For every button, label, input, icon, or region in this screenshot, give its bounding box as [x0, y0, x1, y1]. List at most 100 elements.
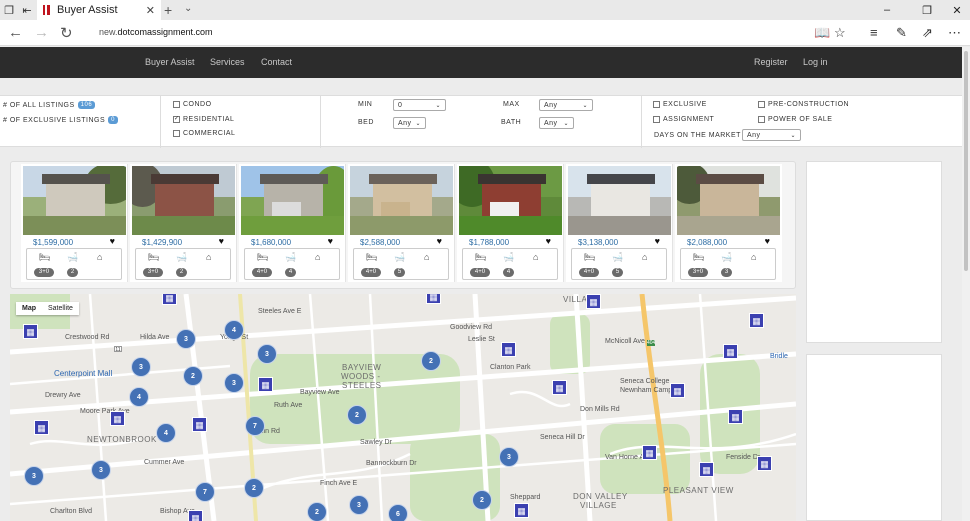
- map-type-satellite-button[interactable]: Satellite: [42, 302, 79, 315]
- map-cluster-marker[interactable]: 2: [347, 405, 367, 425]
- share-icon[interactable]: ⇗: [922, 25, 933, 41]
- restore-icon[interactable]: ❐: [912, 0, 942, 20]
- listing-photo[interactable]: [677, 166, 780, 235]
- building-marker-icon[interactable]: ▦: [514, 503, 529, 518]
- power-of-sale-checkbox[interactable]: POWER OF SALE: [758, 116, 832, 123]
- favorite-heart-icon[interactable]: ♥: [655, 236, 660, 246]
- building-marker-icon[interactable]: ▦: [749, 313, 764, 328]
- map-cluster-marker[interactable]: 2: [307, 502, 327, 521]
- favorite-heart-icon[interactable]: ♥: [765, 236, 770, 246]
- building-marker-icon[interactable]: ▦: [757, 456, 772, 471]
- map-cluster-marker[interactable]: 2: [183, 366, 203, 386]
- listing-card[interactable]: $1,788,000 ♥ 🛏 🛁 ⌂ 4+0 4: [457, 164, 564, 282]
- new-tab-icon[interactable]: +: [164, 2, 172, 18]
- favorite-heart-icon[interactable]: ♥: [219, 236, 224, 246]
- nav-register[interactable]: Register: [754, 57, 788, 67]
- map-cluster-marker[interactable]: 2: [244, 478, 264, 498]
- listing-card[interactable]: $1,599,000 ♥ 🛏 🛁 ⌂ 3+0 2: [21, 164, 128, 282]
- listings-map[interactable]: Map Satellite Centerpoint Mall NEWTONBRO…: [10, 294, 796, 521]
- minimize-icon[interactable]: –: [872, 0, 902, 20]
- map-cluster-marker[interactable]: 3: [24, 466, 44, 486]
- building-marker-icon[interactable]: ▦: [34, 420, 49, 435]
- map-cluster-marker[interactable]: 7: [245, 416, 265, 436]
- favorite-heart-icon[interactable]: ♥: [328, 236, 333, 246]
- listing-card[interactable]: $1,429,900 ♥ 🛏 🛁 ⌂ 3+0 2: [130, 164, 237, 282]
- favorite-heart-icon[interactable]: ♥: [437, 236, 442, 246]
- building-marker-icon[interactable]: ▦: [501, 342, 516, 357]
- pre-construction-checkbox[interactable]: PRE-CONSTRUCTION: [758, 101, 849, 108]
- building-marker-icon[interactable]: ▦: [188, 510, 203, 521]
- checkbox-icon[interactable]: [653, 116, 660, 123]
- building-marker-icon[interactable]: ▦: [162, 294, 177, 305]
- nav-login[interactable]: Log in: [803, 57, 828, 67]
- map-cluster-marker[interactable]: 6: [388, 504, 408, 521]
- map-cluster-marker[interactable]: 3: [499, 447, 519, 467]
- map-cluster-marker[interactable]: 2: [472, 490, 492, 510]
- checkbox-icon[interactable]: [758, 116, 765, 123]
- web-note-icon[interactable]: ✎: [896, 25, 907, 41]
- map-cluster-marker[interactable]: 4: [156, 423, 176, 443]
- building-marker-icon[interactable]: ▦: [670, 383, 685, 398]
- listing-photo[interactable]: [459, 166, 562, 235]
- more-icon[interactable]: ⋯: [948, 25, 961, 41]
- reading-view-icon[interactable]: 📖: [814, 25, 830, 41]
- bed-select[interactable]: Any ⌄: [393, 117, 426, 129]
- listing-photo[interactable]: [568, 166, 671, 235]
- checkbox-checked-icon[interactable]: ✓: [173, 116, 180, 123]
- close-tab-icon[interactable]: ✕: [146, 4, 155, 17]
- building-marker-icon[interactable]: ▦: [699, 462, 714, 477]
- tab-manager-icon[interactable]: ❐: [0, 0, 18, 20]
- tab-list-chevron-icon[interactable]: ⌄: [184, 3, 192, 14]
- map-type-map-button[interactable]: Map: [16, 302, 42, 315]
- building-marker-icon[interactable]: ▦: [723, 344, 738, 359]
- nav-contact[interactable]: Contact: [261, 57, 292, 67]
- refresh-icon[interactable]: ↻: [60, 24, 73, 42]
- map-cluster-marker[interactable]: 3: [257, 344, 277, 364]
- page-scrollbar[interactable]: [962, 47, 970, 521]
- nav-buyer-assist[interactable]: Buyer Assist: [145, 57, 195, 67]
- back-arrow-icon[interactable]: ←: [8, 24, 23, 41]
- checkbox-icon[interactable]: [758, 101, 765, 108]
- hub-icon[interactable]: ≡: [870, 25, 878, 40]
- days-on-market-select[interactable]: Any ⌄: [742, 129, 801, 141]
- bath-select[interactable]: Any ⌄: [539, 117, 574, 129]
- url-field[interactable]: new.dotcomassignment.com: [99, 27, 213, 37]
- map-cluster-marker[interactable]: 3: [349, 495, 369, 515]
- map-cluster-marker[interactable]: 2: [421, 351, 441, 371]
- listing-card[interactable]: $2,588,000 ♥ 🛏 🛁 ⌂ 4+0 5: [348, 164, 455, 282]
- building-marker-icon[interactable]: ▦: [23, 324, 38, 339]
- building-marker-icon[interactable]: ▦: [192, 417, 207, 432]
- type-commercial-checkbox[interactable]: COMMERCIAL: [173, 130, 235, 137]
- building-marker-icon[interactable]: ▦: [426, 294, 441, 304]
- checkbox-icon[interactable]: [653, 101, 660, 108]
- assignment-checkbox[interactable]: ASSIGNMENT: [653, 116, 714, 123]
- favorite-heart-icon[interactable]: ♥: [110, 236, 115, 246]
- listing-photo[interactable]: [132, 166, 235, 235]
- type-residential-checkbox[interactable]: ✓ RESIDENTIAL: [173, 116, 234, 123]
- building-marker-icon[interactable]: ▦: [728, 409, 743, 424]
- map-cluster-marker[interactable]: 7: [195, 482, 215, 502]
- checkbox-icon[interactable]: [173, 130, 180, 137]
- listing-photo[interactable]: [241, 166, 344, 235]
- scrollbar-thumb[interactable]: [964, 51, 968, 271]
- nav-services[interactable]: Services: [210, 57, 245, 67]
- building-marker-icon[interactable]: ▦: [258, 377, 273, 392]
- favorite-star-icon[interactable]: ☆: [834, 25, 846, 41]
- browser-tab[interactable]: Buyer Assist ✕: [37, 0, 161, 20]
- max-price-select[interactable]: Any ⌄: [539, 99, 593, 111]
- exclusive-checkbox[interactable]: EXCLUSIVE: [653, 101, 707, 108]
- building-marker-icon[interactable]: ▦: [110, 411, 125, 426]
- map-cluster-marker[interactable]: 3: [131, 357, 151, 377]
- building-marker-icon[interactable]: ▦: [552, 380, 567, 395]
- listing-photo[interactable]: [350, 166, 453, 235]
- map-cluster-marker[interactable]: 3: [224, 373, 244, 393]
- favorite-heart-icon[interactable]: ♥: [546, 236, 551, 246]
- map-cluster-marker[interactable]: 4: [224, 320, 244, 340]
- map-cluster-marker[interactable]: 4: [129, 387, 149, 407]
- forward-arrow-icon[interactable]: →: [34, 24, 49, 41]
- listing-card[interactable]: $2,088,000 ♥ 🛏 🛁 ⌂ 3+0 3: [675, 164, 782, 282]
- listing-card[interactable]: $1,680,000 ♥ 🛏 🛁 ⌂ 4+0 4: [239, 164, 346, 282]
- building-marker-icon[interactable]: ▦: [586, 294, 601, 309]
- close-window-icon[interactable]: ✕: [942, 0, 970, 20]
- map-cluster-marker[interactable]: 3: [176, 329, 196, 349]
